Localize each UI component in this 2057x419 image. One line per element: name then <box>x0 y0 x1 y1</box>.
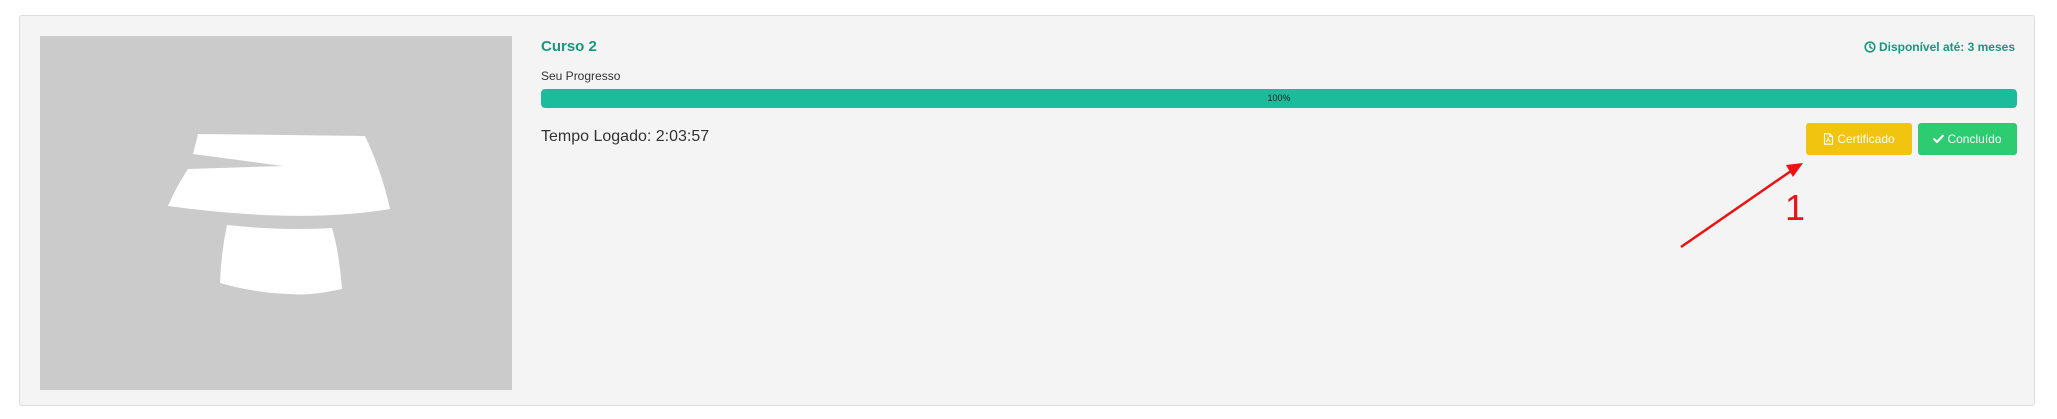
annotation-number: 1 <box>1785 187 1806 228</box>
progress-bar: 100% <box>541 89 2017 108</box>
availability-text: Disponível até: 3 meses <box>1878 40 2015 54</box>
placeholder-logo-icon <box>168 134 390 295</box>
certificate-button-label: Certificado <box>1837 132 1895 146</box>
certificate-button[interactable]: Certificado <box>1806 123 1912 155</box>
time-logged: Tempo Logado: 2:03:57 <box>541 128 710 145</box>
completed-button[interactable]: Concluído <box>1918 123 2017 155</box>
course-card: Curso 2 Disponível até: 3 meses Seu Prog… <box>19 15 2035 406</box>
availability-info: Disponível até: 3 meses <box>1864 40 2015 54</box>
check-icon <box>1933 134 1945 144</box>
course-thumbnail[interactable] <box>40 36 512 390</box>
clock-icon <box>1864 41 1876 53</box>
progress-label: Seu Progresso <box>541 69 621 83</box>
completed-button-label: Concluído <box>1947 132 2002 146</box>
progress-percent: 100% <box>1267 93 1291 103</box>
course-title: Curso 2 <box>541 38 597 55</box>
file-pdf-icon <box>1824 133 1834 145</box>
